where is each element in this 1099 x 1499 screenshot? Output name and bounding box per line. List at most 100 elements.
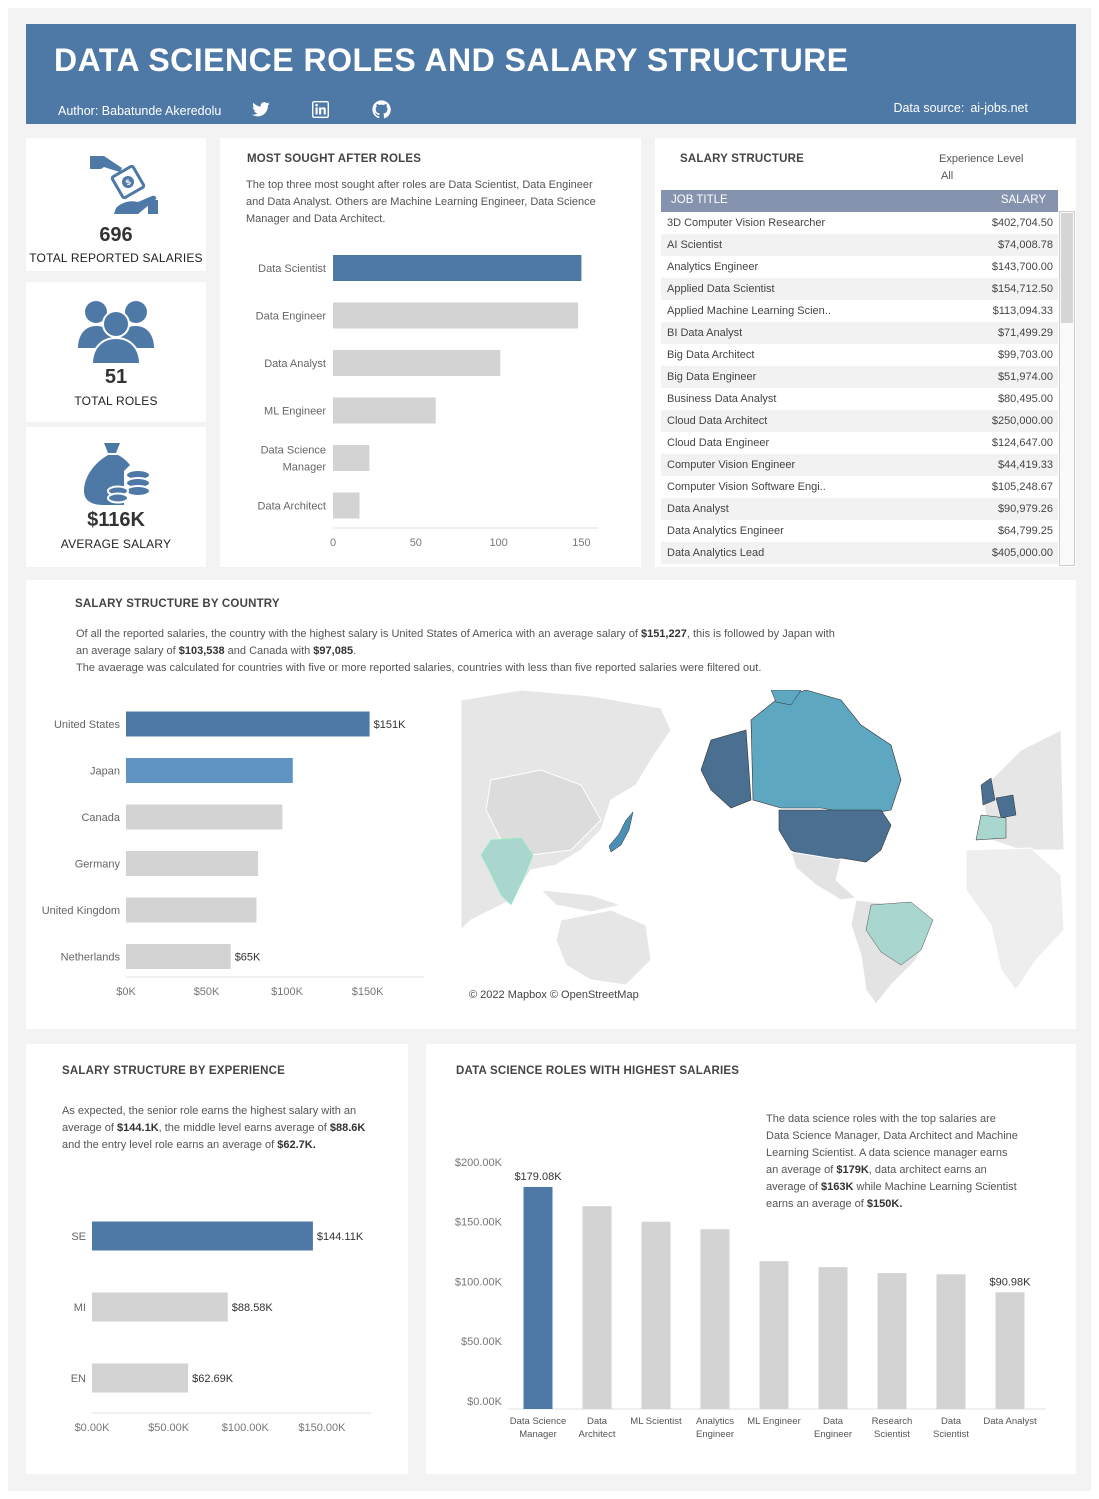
bar-germany	[126, 851, 259, 876]
scrollbar-thumb[interactable]	[1061, 213, 1073, 323]
job-title-cell: Applied Machine Learning Scien..	[667, 305, 831, 317]
author-label: Author: Babatunde Akeredolu	[58, 104, 222, 118]
salary-cell: $405,000.00	[991, 547, 1053, 559]
category-label: Japan	[90, 766, 120, 778]
job-title-cell: Cloud Data Architect	[667, 415, 768, 427]
y-tick-label: $150.00K	[455, 1217, 503, 1229]
x-tick-label: 150	[572, 537, 590, 549]
experience-filter-value[interactable]: All	[941, 170, 953, 182]
data-source-link[interactable]: ai-jobs.net	[970, 101, 1028, 115]
desc-text: and Canada with	[224, 645, 314, 657]
table-row[interactable]: AI Scientist $74,008.78	[661, 234, 1058, 256]
bar-data-engineer	[333, 302, 579, 329]
y-tick-label: $200.00K	[455, 1157, 503, 1169]
bar-japan	[126, 758, 293, 783]
salary-cell: $143,700.00	[991, 261, 1053, 273]
job-title-cell: AI Scientist	[667, 239, 723, 251]
kpi-value: 51	[104, 366, 128, 388]
salary-cell: $105,248.67	[991, 481, 1053, 493]
data-source-label: Data source:	[893, 101, 965, 115]
salary-cell: $154,712.50	[991, 283, 1053, 295]
page-title: DATA SCIENCE ROLES AND SALARY STRUCTURE	[54, 42, 849, 78]
kpi-average-salary: $116K AVERAGE SALARY	[26, 427, 206, 567]
table-row[interactable]: Computer Vision Software Engi.. $105,248.…	[661, 476, 1058, 498]
table-row[interactable]: Analytics Engineer $143,700.00	[661, 256, 1058, 278]
salary-cell: $90,979.26	[997, 503, 1053, 515]
table-row[interactable]: Data Analytics Engineer $64,799.25	[661, 520, 1058, 542]
map-france-spain	[975, 814, 1007, 841]
category-label: Data Scientist	[258, 263, 326, 275]
x-tick-label: $150K	[352, 986, 384, 998]
linkedin-icon[interactable]	[312, 101, 329, 118]
data-label: $151K	[374, 719, 406, 731]
twitter-icon[interactable]	[251, 102, 271, 118]
table-row[interactable]: Cloud Data Engineer $124,647.00	[661, 432, 1058, 454]
bar-se	[92, 1221, 313, 1251]
bar-en	[92, 1363, 189, 1393]
table-header: JOB TITLE SALARY	[661, 190, 1058, 212]
category-label: United States	[54, 719, 121, 731]
table-row[interactable]: Data Analyst $90,979.26	[661, 498, 1058, 520]
job-title-cell: Big Data Architect	[667, 349, 755, 361]
salary-cell: $124,647.00	[991, 437, 1053, 449]
salary-cell: $80,495.00	[997, 393, 1053, 405]
desc-text: .	[353, 645, 357, 657]
kpi-total-roles: 51 TOTAL ROLES	[26, 282, 206, 422]
salary-cell: $51,974.00	[997, 371, 1053, 383]
bar-data-engineer	[818, 1267, 848, 1409]
kpi-label: TOTAL REPORTED SALARIES	[29, 251, 203, 265]
column-job-title[interactable]: JOB TITLE	[671, 194, 728, 206]
bar-data-science-manager	[523, 1186, 553, 1409]
bar-data-analyst	[333, 350, 501, 376]
job-title-cell: 3D Computer Vision Researcher	[667, 217, 826, 229]
table-row[interactable]: Big Data Architect $99,703.00	[661, 344, 1058, 366]
category-label: Data Architect	[579, 1416, 616, 1440]
desc-text: and the entry level role earns an averag…	[62, 1139, 278, 1151]
world-map[interactable]: © 2022 Mapbox © OpenStreetMap	[461, 690, 1064, 1004]
header-bar: DATA SCIENCE ROLES AND SALARY STRUCTURE …	[26, 24, 1076, 124]
category-label: MI	[74, 1302, 86, 1314]
y-tick-label: $50.00K	[461, 1336, 503, 1348]
table-row[interactable]: Business Data Analyst $80,495.00	[661, 388, 1058, 410]
data-label: $144.11K	[317, 1231, 364, 1243]
experience-filter-label: Experience Level	[939, 153, 1024, 165]
table-row[interactable]: Cloud Data Architect $250,000.00	[661, 410, 1058, 432]
middle-average: $88.6K	[329, 1122, 366, 1134]
salary-cell: $250,000.00	[991, 415, 1053, 427]
category-label: ML Engineer	[747, 1416, 801, 1427]
table-row[interactable]: Data Analytics Lead $405,000.00	[661, 542, 1058, 564]
table-scrollbar[interactable]	[1059, 211, 1075, 566]
category-label: Canada	[81, 812, 120, 824]
hand-money-icon: $	[90, 156, 158, 214]
table-row[interactable]: 3D Computer Vision Researcher $402,704.50	[661, 212, 1058, 234]
bar-united-kingdom	[126, 897, 257, 923]
job-title-cell: Computer Vision Software Engi..	[667, 481, 826, 493]
github-icon[interactable]	[372, 100, 391, 119]
job-title-cell: Cloud Data Engineer	[667, 437, 770, 449]
table-row[interactable]: Applied Machine Learning Scien.. $113,094…	[661, 300, 1058, 322]
table-row[interactable]: Computer Vision Engineer $44,419.33	[661, 454, 1058, 476]
usa-salary: $151,227	[640, 628, 687, 640]
desc-text: , this is followed by Japan with	[686, 628, 835, 640]
table-row[interactable]: Applied Data Scientist $154,712.50	[661, 278, 1058, 300]
category-label: Data Science Manager	[510, 1416, 567, 1440]
country-description: Of all the reported salaries, the countr…	[76, 626, 976, 677]
category-label: SE	[71, 1231, 86, 1243]
bar-data-science-manager	[333, 445, 370, 471]
column-salary[interactable]: SALARY	[1001, 194, 1046, 206]
data-label: $179.08K	[514, 1171, 562, 1183]
desc-text: Of all the reported salaries, the countr…	[76, 628, 641, 640]
table-row[interactable]: Big Data Engineer $51,974.00	[661, 366, 1058, 388]
category-label: Research Scientist	[872, 1416, 913, 1440]
salary-table-title: SALARY STRUCTURE	[680, 153, 804, 165]
people-icon	[78, 301, 154, 365]
salary-cell: $99,703.00	[997, 349, 1053, 361]
salary-cell: $44,419.33	[997, 459, 1053, 471]
bar-ml-engineer	[759, 1261, 789, 1409]
category-label: Data Science Manager	[261, 445, 327, 474]
japan-salary: $103,538	[178, 645, 225, 657]
job-title-cell: Data Analytics Engineer	[667, 525, 784, 537]
kpi-value: 696	[99, 224, 133, 246]
job-title-cell: Computer Vision Engineer	[667, 459, 796, 471]
table-row[interactable]: BI Data Analyst $71,499.29	[661, 322, 1058, 344]
